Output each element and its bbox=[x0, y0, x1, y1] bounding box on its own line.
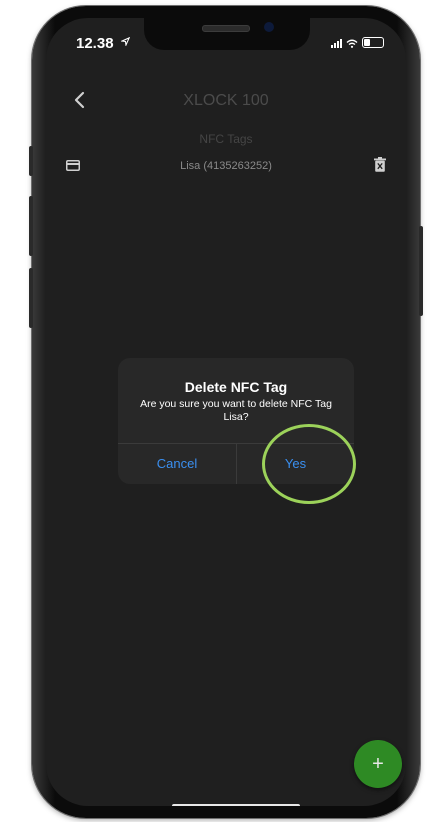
trash-icon[interactable] bbox=[374, 157, 386, 172]
section-title: NFC Tags bbox=[199, 132, 253, 146]
phone-frame: 12.38 XLOCK 100 NFC Tags Lisa (413526325… bbox=[29, 6, 423, 818]
add-nfc-tag-button[interactable]: + bbox=[354, 740, 402, 788]
speaker-grille bbox=[202, 25, 250, 32]
notch bbox=[144, 18, 310, 50]
nfc-tag-label: Lisa (4135263252) bbox=[180, 160, 272, 172]
side-button bbox=[29, 146, 33, 176]
app-title: XLOCK 100 bbox=[183, 92, 269, 109]
volume-down-button bbox=[29, 268, 33, 328]
camera-icon bbox=[264, 22, 274, 32]
volume-up-button bbox=[29, 196, 33, 256]
plus-icon: + bbox=[372, 753, 384, 775]
cancel-button[interactable]: Cancel bbox=[118, 444, 236, 484]
status-bar: 12.38 bbox=[46, 18, 406, 62]
nfc-tag-row[interactable]: Lisa (4135263252) bbox=[46, 154, 406, 184]
location-arrow-icon bbox=[119, 35, 131, 49]
app-screen: 12.38 XLOCK 100 NFC Tags Lisa (413526325… bbox=[46, 18, 406, 806]
wifi-icon bbox=[346, 39, 358, 48]
dialog-message: Are you sure you want to delete NFC Tag … bbox=[140, 398, 332, 423]
home-indicator[interactable] bbox=[172, 804, 300, 806]
dialog-title: Delete NFC Tag bbox=[184, 379, 288, 395]
status-time: 12.38 bbox=[76, 35, 114, 52]
power-button bbox=[419, 226, 423, 316]
signal-icon bbox=[331, 39, 342, 48]
battery-icon bbox=[362, 37, 384, 48]
status-icons bbox=[331, 37, 384, 48]
highlight-ring bbox=[262, 424, 356, 504]
